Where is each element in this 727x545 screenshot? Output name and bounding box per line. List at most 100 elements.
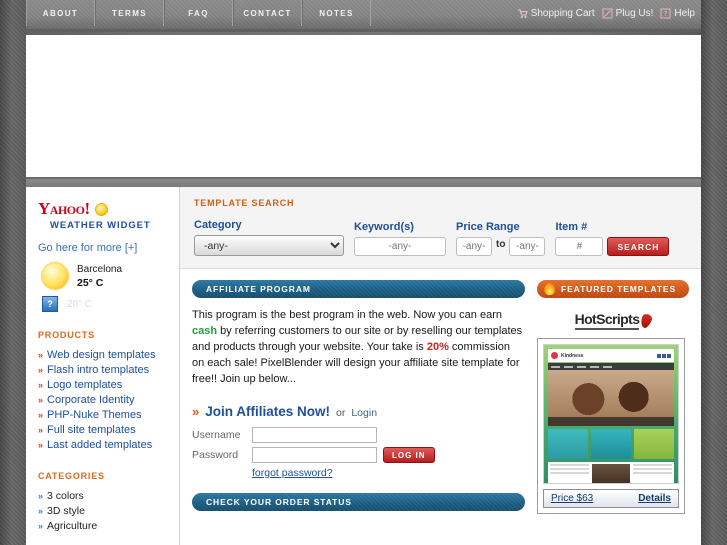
hotscripts-label: HotScripts [574,311,640,330]
thumbnail-card-1 [548,429,588,459]
nav-tab-notes[interactable]: NOTES [302,0,371,26]
affiliate-login-form: Username Password LOG IN forgot password… [192,427,525,479]
sidebar-item-label: Last added templates [47,439,153,451]
banner-separator [26,179,701,187]
sidebar-item-agriculture[interactable]: » Agriculture [38,519,169,534]
category-label: Category [194,219,242,231]
affiliate-text-1: This program is the best program in the … [192,309,502,321]
help-link[interactable]: ? Help [660,8,695,19]
login-link[interactable]: Login [351,407,377,419]
thumbnail-card-3 [634,429,674,459]
chevron-icon: » [38,350,44,360]
sidebar-item-label: Flash intro templates [47,364,150,376]
affiliate-description: This program is the best program in the … [192,307,525,387]
weather-info-icon[interactable]: ? [42,296,58,312]
thumbnail-brand: Kindness [561,352,584,359]
password-label: Password [192,449,239,461]
nav-tab-list: ABOUT TERMS FAQ CONTACT NOTES [26,0,371,26]
username-label: Username [192,429,241,441]
thumbnail-header: Kindness [548,349,674,362]
browser-page: ABOUT TERMS FAQ CONTACT NOTES Shopping C… [0,0,727,545]
plug-us-link[interactable]: Plug Us! [602,8,653,19]
login-button[interactable]: LOG IN [383,447,435,463]
chevron-icon: » [38,395,44,405]
sidebar-item-full-site-templates[interactable]: » Full site templates [38,423,169,438]
sidebar-item-flash-intro-templates[interactable]: » Flash intro templates [38,363,169,378]
price-max-input[interactable] [509,237,546,256]
weather-temperature: 25° C [77,276,104,289]
featured-templates-bar: FEATURED TEMPLATES [537,280,689,298]
sidebar-item-3-colors[interactable]: » 3 colors [38,489,169,504]
weather-secondary-temperature: 20° C [67,298,93,310]
shopping-cart-label: Shopping Cart [530,7,595,19]
sidebar-item-label: Agriculture [47,520,98,532]
weather-more-link[interactable]: Go here for more [+] [38,242,169,254]
price-range-label: Price Range [456,221,520,233]
chevron-icon: » [38,440,44,450]
weather-city: Barcelona [77,263,123,275]
sidebar-item-php-nuke-themes[interactable]: » PHP-Nuke Themes [38,408,169,423]
nav-tab-terms[interactable]: TERMS [95,0,164,26]
sidebar: Yahoo! WEATHER WIDGET Go here for more [… [26,187,180,545]
template-price-bar: Price $63 Details [543,489,679,508]
search-button[interactable]: SEARCH [607,237,670,256]
join-affiliates-link[interactable]: Join Affiliates Now! [205,404,330,419]
flame-icon [543,282,556,296]
chevron-icon: » [38,410,44,420]
main-column: TEMPLATE SEARCH Category -any- Keyword(s… [180,187,701,545]
template-search-title: TEMPLATE SEARCH [194,198,295,208]
yahoo-weather-logo: Yahoo! [38,199,169,219]
weather-widget-subtitle: WEATHER WIDGET [50,220,151,231]
chevron-icon: » [38,365,44,375]
chevron-icon: » [38,425,44,435]
sidebar-item-last-added-templates[interactable]: » Last added templates [38,438,169,453]
keyword-input[interactable] [354,237,446,256]
sidebar-item-3d-style[interactable]: » 3D style [38,504,169,519]
price-range-field-group: Price Range to [456,221,546,256]
cart-icon [517,8,528,19]
nav-tab-about[interactable]: ABOUT [26,0,95,26]
featured-template-card[interactable]: Kindness Price $63 Details [537,338,685,514]
sidebar-item-logo-templates[interactable]: » Logo templates [38,378,169,393]
template-thumbnail[interactable]: Kindness [543,344,679,484]
link-icon [602,8,613,19]
products-list: » Web design templates » Flash intro templ… [38,348,169,453]
price-range-separator: to [496,239,506,250]
template-price[interactable]: Price $63 [551,493,593,504]
help-label: Help [674,7,695,19]
weather-current-row: Barcelona 25° C [38,259,169,293]
price-min-input[interactable] [456,237,492,256]
products-heading: PRODUCTS [38,330,95,340]
password-input[interactable] [252,447,377,463]
thumbnail-footer-col-3 [633,464,673,483]
svg-text:?: ? [664,10,668,18]
nav-tab-contact[interactable]: CONTACT [233,0,302,26]
thumbnail-hero-caption [548,417,674,426]
check-order-status-bar[interactable]: CHECK YOUR ORDER STATUS [192,493,525,511]
categories-heading: CATEGORIES [38,471,105,481]
nav-tab-faq[interactable]: FAQ [164,0,233,26]
sidebar-item-corporate-identity[interactable]: » Corporate Identity [38,393,169,408]
sidebar-item-label: Full site templates [47,424,136,436]
sun-icon-small [94,202,108,216]
hotscripts-logo[interactable]: HotScripts [537,311,689,330]
yahoo-brand-label: Yahoo! [38,199,90,218]
affiliate-percent-highlight: 20% [426,341,449,353]
weather-secondary-row: ? 20° C [38,296,169,312]
thumbnail-footer [548,462,674,483]
category-select[interactable]: -any- [194,235,344,256]
affiliate-column: AFFILIATE PROGRAM This program is the be… [192,280,525,514]
thumbnail-card-2 [591,429,631,459]
keyword-field-group: Keyword(s) [354,221,446,256]
chevron-icon: » [38,506,44,516]
forgot-password-link[interactable]: forgot password? [252,467,525,479]
page-frame-left [0,0,26,545]
template-details-link[interactable]: Details [638,493,671,504]
shopping-cart-link[interactable]: Shopping Cart [517,8,595,19]
sidebar-item-web-design-templates[interactable]: » Web design templates [38,348,169,363]
chevron-icon: » [38,380,44,390]
username-input[interactable] [252,427,377,443]
template-search-panel: TEMPLATE SEARCH Category -any- Keyword(s… [180,187,701,269]
item-number-input[interactable] [555,237,604,256]
thumbnail-feature-cards [548,429,674,459]
